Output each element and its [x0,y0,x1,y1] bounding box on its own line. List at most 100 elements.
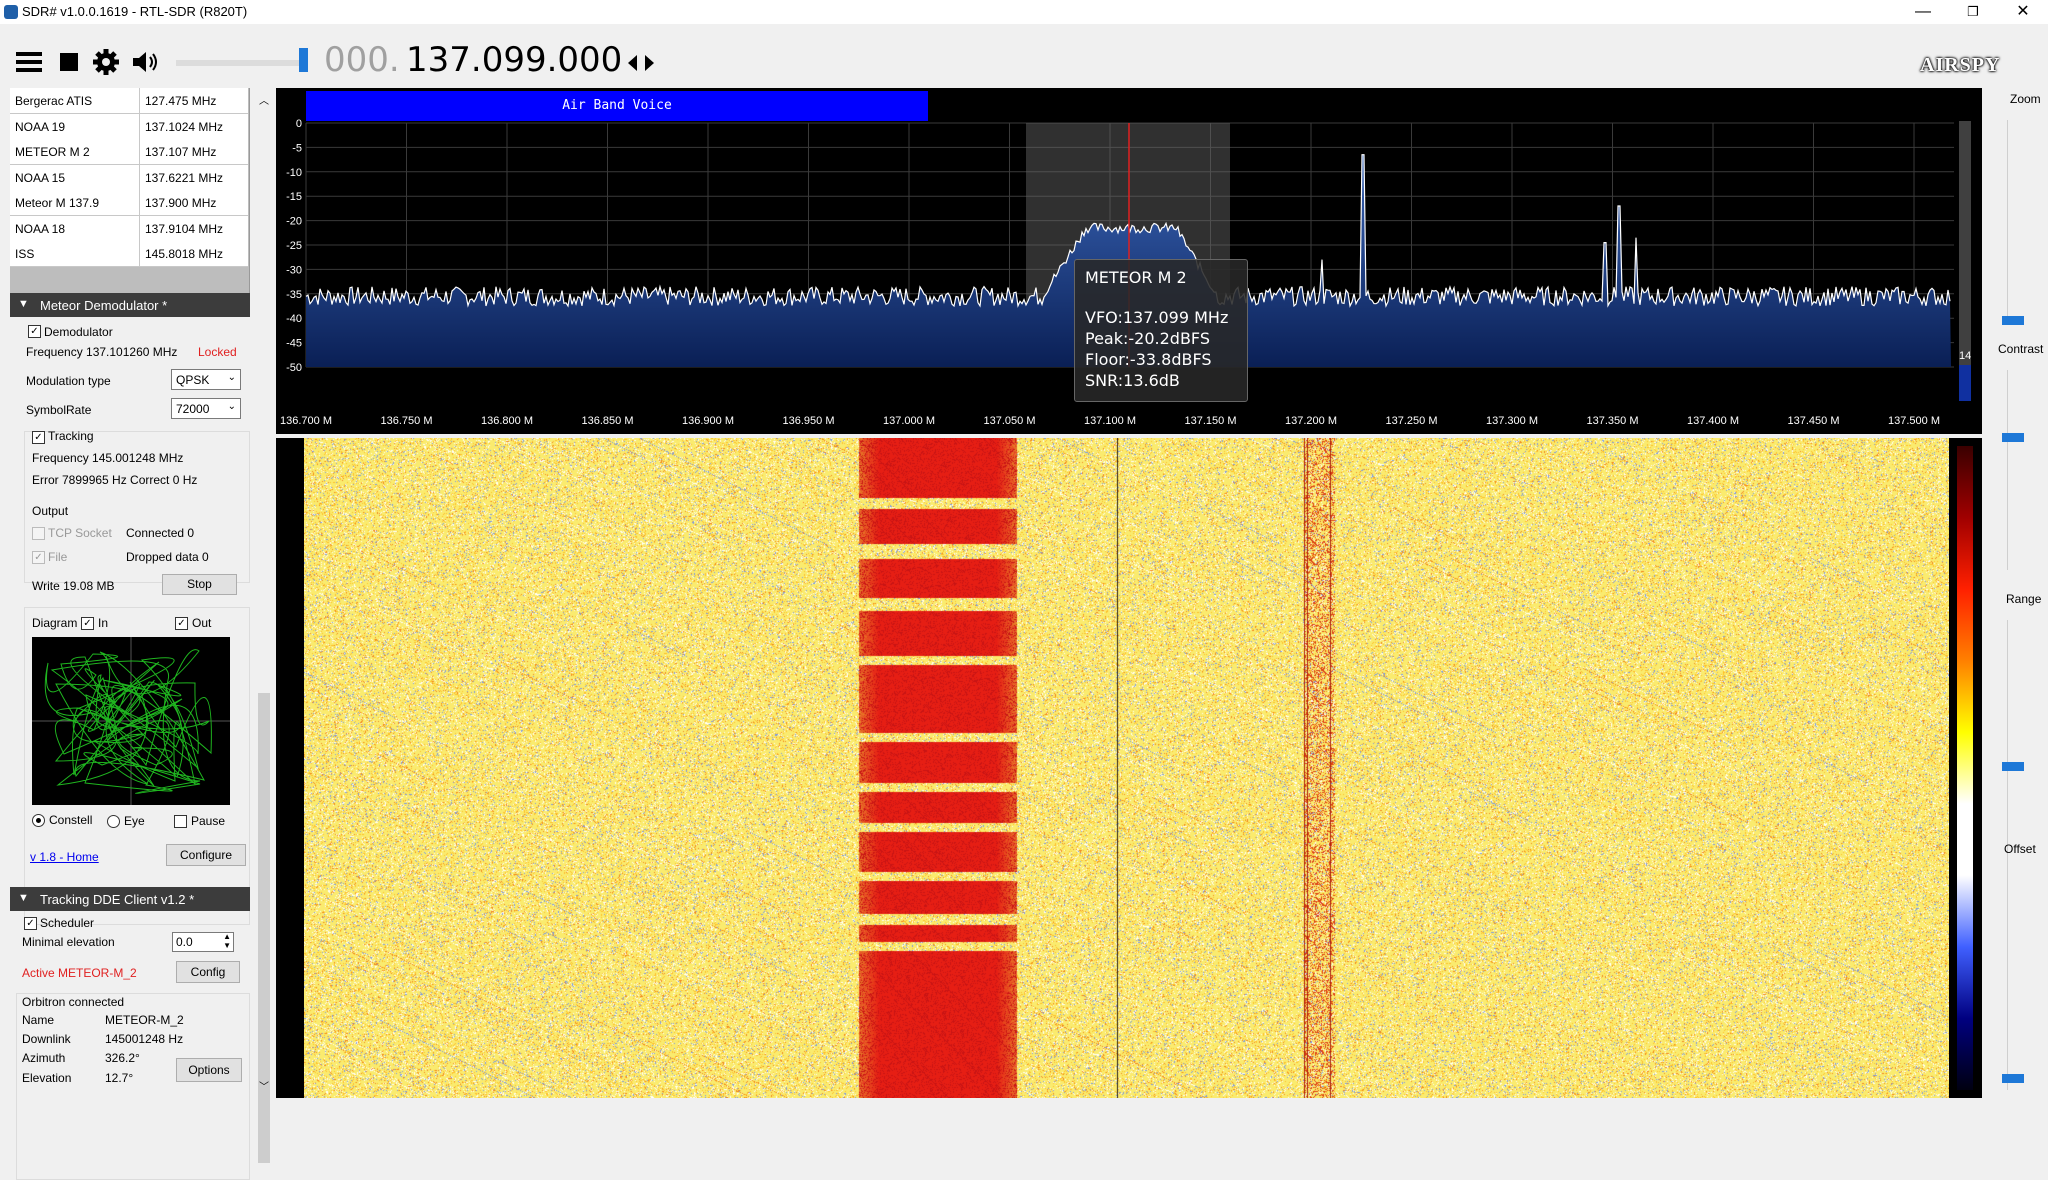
tcp-label: TCP Socket [48,526,112,540]
config-button[interactable]: Config [176,961,240,983]
x-tick-label: 136.750 M [381,415,433,427]
file-checkbox[interactable]: ✓ [32,551,45,564]
close-button[interactable]: ✕ [2000,0,2046,24]
configure-button[interactable]: Configure [166,844,246,866]
y-tick-label: -40 [286,313,302,325]
column-divider [139,113,140,139]
volume-slider-thumb[interactable] [299,48,308,72]
version-link[interactable]: v 1.8 - Home [30,850,99,864]
spin-arrows-icon[interactable]: ▲ ▼ [223,932,231,950]
x-tick-label: 137.000 M [883,415,935,427]
contrast-track[interactable] [2007,370,2008,570]
waterfall-image[interactable] [304,438,1949,1098]
y-tick-label: -15 [286,191,302,203]
y-tick-label: 0 [296,118,302,130]
frequency-entry-value: 137.6221 MHz [145,170,224,185]
azimuth-label: Azimuth [22,1051,66,1065]
modulation-select[interactable]: QPSK ⌄ [171,369,241,390]
offset-slider-thumb[interactable] [2002,1074,2024,1083]
frequency-list-row[interactable]: NOAA 15 137.6221 MHz [10,164,248,191]
collapse-icon[interactable]: ▼ [18,892,29,904]
frequency-list-row[interactable]: Meteor M 137.9 137.900 MHz [10,190,248,216]
frequency-list-row[interactable]: ISS 145.8018 MHz [10,241,248,267]
frequency-list-row[interactable]: NOAA 19 137.1024 MHz [10,113,248,140]
frequency-list-row[interactable]: METEOR M 2 137.107 MHz [10,139,248,165]
dropped-data: Dropped data 0 [126,550,209,564]
tracking-checkbox[interactable]: ✓ [32,431,45,444]
meteor-header-label: Meteor Demodulator * [40,298,168,313]
frequency-entry-name: Meteor M 137.9 [15,196,100,210]
stop-icon[interactable] [58,51,80,73]
demodulator-checkbox[interactable]: ✓ [28,325,41,338]
range-slider-thumb[interactable] [2002,762,2024,771]
eye-label: Eye [124,814,145,828]
x-tick-label: 137.200 M [1285,415,1337,427]
tracking-header[interactable]: ▼ Tracking DDE Client v1.2 * [10,887,250,911]
x-tick-label: 136.900 M [682,415,734,427]
downlink-value: 145001248 Hz [105,1032,184,1046]
constell-radio[interactable] [32,814,45,827]
tune-arrows-icon[interactable] [626,52,656,74]
tooltip-vfo: VFO:137.099 MHz [1085,308,1229,327]
eye-radio[interactable] [107,815,120,828]
speaker-icon[interactable] [130,48,162,76]
zoom-track[interactable] [2007,120,2008,320]
scroll-down-icon[interactable]: ﹀ [259,1078,269,1093]
column-divider [139,190,140,215]
in-label: In [98,616,109,630]
spectrum-panel[interactable]: 0 -5 -10 -15 -20 -25 -30 -35 -40 -45 -50 136.700 M 1… [276,88,1982,434]
menu-icon[interactable] [14,48,46,76]
waterfall-panel[interactable] [276,438,1982,1098]
column-divider [139,88,140,113]
frequency-entry-value: 127.475 MHz [145,94,217,108]
frequency-display[interactable]: 137.099.000 [406,40,622,80]
side-value: 14 [1959,350,1972,362]
x-tick-label: 137.450 M [1788,415,1840,427]
symbolrate-select[interactable]: 72000 ⌄ [171,398,241,419]
title-bar: SDR# v1.0.0.1619 - RTL-SDR (R820T) — ❐ ✕ [0,0,2048,24]
scroll-up-icon[interactable]: ︿ [259,92,269,107]
column-divider [139,164,140,190]
signal-tooltip: METEOR M 2 VFO:137.099 MHz Peak:-20.2dBF… [1074,259,1248,402]
contrast-slider-thumb[interactable] [2002,433,2024,442]
x-tick-label: 137.300 M [1486,415,1538,427]
offset-label: Offset [2004,842,2036,856]
modulation-label: Modulation type [26,374,111,388]
window-title: SDR# v1.0.0.1619 - RTL-SDR (R820T) [22,4,248,19]
modulation-value: QPSK [176,373,210,387]
frequency-entry-name: NOAA 19 [15,119,66,134]
pause-checkbox[interactable] [174,815,187,828]
column-divider [139,241,140,266]
options-button[interactable]: Options [176,1058,242,1082]
out-checkbox[interactable]: ✓ [175,617,188,630]
gear-icon[interactable] [92,48,120,76]
y-tick-label: -45 [286,338,302,350]
meteor-header[interactable]: ▼ Meteor Demodulator * [10,293,250,317]
frequency-leading-zeros[interactable]: 000. [324,40,400,80]
tcp-checkbox[interactable] [32,527,45,540]
constellation-diagram [32,637,230,805]
airspy-logo: AIRSPY [1920,54,2001,76]
volume-slider-track[interactable] [176,60,302,66]
x-tick-label: 137.150 M [1185,415,1237,427]
minimize-button[interactable]: — [1900,0,1946,24]
frequency-list-row[interactable]: Bergerac ATIS 127.475 MHz [10,88,248,114]
x-tick-label: 137.500 M [1888,415,1940,427]
stop-button[interactable]: Stop [162,574,237,595]
y-tick-label: -5 [292,142,302,154]
right-controls: Zoom Contrast Range Offset [1984,88,2048,1098]
zoom-slider-thumb[interactable] [2002,316,2024,325]
frequency-list-row[interactable]: NOAA 18 137.9104 MHz [10,215,248,242]
in-checkbox[interactable]: ✓ [81,617,94,630]
frequency-entry-name: NOAA 18 [15,221,66,236]
left-scrollbar[interactable]: ︿ ﹀ [256,88,272,1163]
offset-track[interactable] [2007,870,2008,1090]
tracking-frequency: Frequency 145.001248 MHz [32,451,184,465]
out-label: Out [192,616,212,630]
maximize-button[interactable]: ❐ [1950,0,1996,24]
min-elevation-input[interactable]: 0.0 ▲ ▼ [172,932,234,952]
collapse-icon[interactable]: ▼ [18,298,29,310]
file-label: File [48,550,68,564]
band-plan-bar[interactable]: Air Band Voice [306,91,928,121]
scheduler-checkbox[interactable]: ✓ [24,917,37,930]
